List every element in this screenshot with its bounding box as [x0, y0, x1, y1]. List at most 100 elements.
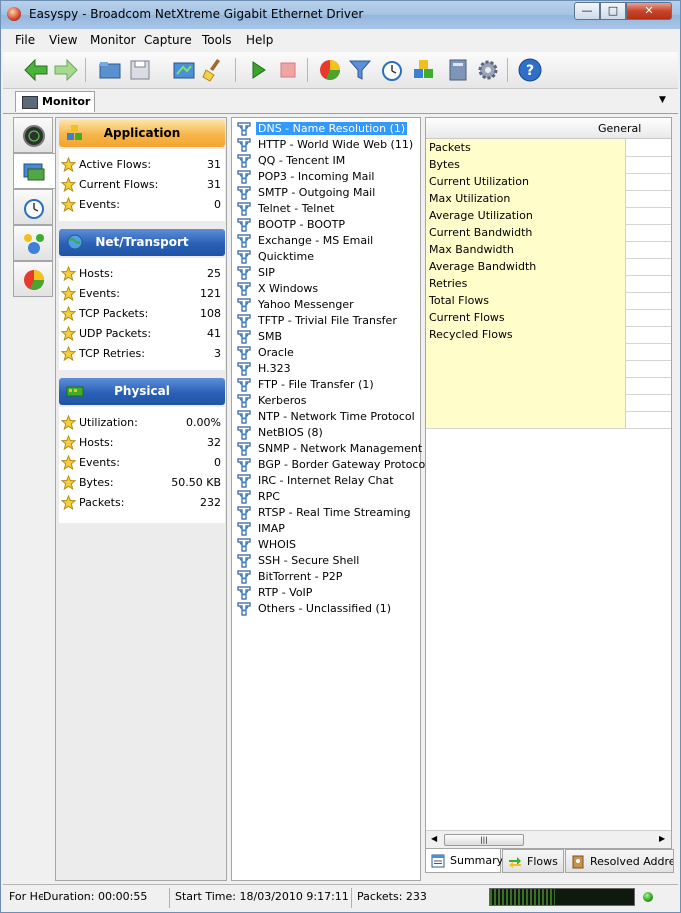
protocol-item[interactable]: SNMP - Network Management: [236, 441, 422, 457]
general-row[interactable]: Packets: [426, 139, 671, 157]
tab-resolved-addresses[interactable]: Resolved Addresses: [565, 849, 674, 873]
protocol-item[interactable]: SIP: [236, 265, 416, 281]
general-row[interactable]: [426, 394, 671, 412]
protocol-item[interactable]: WHOIS: [236, 537, 416, 553]
general-header-label: General: [598, 122, 642, 135]
protocol-item[interactable]: Others - Unclassified (1): [236, 601, 416, 617]
application-header[interactable]: Application: [59, 120, 225, 147]
save-icon[interactable]: [127, 57, 153, 83]
scroll-left-icon[interactable]: ◀: [431, 834, 437, 843]
stat-label: UDP Packets:: [79, 327, 152, 340]
stat-row: Events: 0: [59, 196, 225, 216]
menu-view[interactable]: View: [49, 33, 77, 47]
general-row[interactable]: [426, 343, 671, 361]
general-row[interactable]: [426, 377, 671, 395]
horizontal-scrollbar[interactable]: ◀ ||| ▶: [426, 830, 671, 848]
clock-icon[interactable]: [379, 57, 405, 83]
protocol-item[interactable]: H.323: [236, 361, 416, 377]
general-row[interactable]: Bytes: [426, 156, 671, 174]
menu-help[interactable]: Help: [246, 33, 273, 47]
maximize-button[interactable]: □: [600, 2, 626, 20]
protocol-item[interactable]: Yahoo Messenger: [236, 297, 416, 313]
protocol-item[interactable]: SMB: [236, 329, 416, 345]
protocol-item[interactable]: FTP - File Transfer (1): [236, 377, 416, 393]
menu-monitor[interactable]: Monitor: [90, 33, 136, 47]
protocol-item[interactable]: BitTorrent - P2P: [236, 569, 416, 585]
general-row[interactable]: Max Utilization: [426, 190, 671, 208]
protocol-item[interactable]: DNS - Name Resolution (1): [236, 121, 416, 137]
clear-icon[interactable]: [201, 57, 227, 83]
toolbar-separator: [307, 58, 308, 82]
protocol-item[interactable]: NTP - Network Time Protocol: [236, 409, 416, 425]
scrollbar-thumb[interactable]: |||: [444, 834, 524, 846]
menu-file[interactable]: File: [15, 33, 35, 47]
protocol-item[interactable]: BOOTP - BOOTP: [236, 217, 416, 233]
minimize-button[interactable]: —: [574, 2, 600, 20]
stat-row: TCP Retries: 3: [59, 345, 225, 365]
general-row[interactable]: [426, 360, 671, 378]
protocol-item[interactable]: NetBIOS (8): [236, 425, 416, 441]
gear-icon[interactable]: [475, 57, 501, 83]
menu-tools[interactable]: Tools: [202, 33, 232, 47]
menu-capture[interactable]: Capture: [144, 33, 192, 47]
general-row-label: Bytes: [426, 156, 626, 173]
tab-dropdown-icon[interactable]: ▼: [659, 95, 666, 105]
protocol-item[interactable]: Quicktime: [236, 249, 416, 265]
pie-chart-icon[interactable]: [317, 57, 343, 83]
general-row[interactable]: Current Bandwidth: [426, 224, 671, 242]
scroll-right-icon[interactable]: ▶: [659, 834, 665, 843]
net-transport-header[interactable]: Net/Transport: [59, 229, 225, 256]
protocol-item[interactable]: QQ - Tencent IM: [236, 153, 416, 169]
charts-view-button[interactable]: [13, 261, 53, 297]
protocol-item[interactable]: Kerberos: [236, 393, 416, 409]
protocol-item[interactable]: X Windows: [236, 281, 416, 297]
summary-view-button[interactable]: [13, 153, 55, 189]
protocol-item[interactable]: TFTP - Trivial File Transfer: [236, 313, 416, 329]
close-button[interactable]: ✕: [626, 2, 672, 20]
cubes-icon[interactable]: [411, 57, 437, 83]
general-row[interactable]: Average Bandwidth: [426, 258, 671, 276]
protocol-item[interactable]: BGP - Border Gateway Protocol: [236, 457, 428, 473]
forward-icon[interactable]: [53, 57, 79, 83]
tab-summary[interactable]: Summary: [425, 849, 503, 873]
protocol-item[interactable]: HTTP - World Wide Web (11): [236, 137, 416, 153]
general-row[interactable]: Retries: [426, 275, 671, 293]
protocol-item[interactable]: RPC: [236, 489, 416, 505]
protocol-item[interactable]: IRC - Internet Relay Chat: [236, 473, 416, 489]
general-row[interactable]: [426, 411, 671, 429]
protocol-item[interactable]: SSH - Secure Shell: [236, 553, 416, 569]
open-folder-icon[interactable]: [97, 57, 123, 83]
general-row[interactable]: Max Bandwidth: [426, 241, 671, 259]
hosts-view-button[interactable]: [13, 225, 53, 261]
help-icon[interactable]: ?: [517, 57, 543, 83]
general-header[interactable]: General: [426, 118, 671, 139]
protocol-item[interactable]: RTP - VoIP: [236, 585, 416, 601]
stop-icon[interactable]: [275, 57, 301, 83]
protocol-item[interactable]: RTSP - Real Time Streaming: [236, 505, 416, 521]
filter-icon[interactable]: [347, 57, 373, 83]
protocol-item[interactable]: Exchange - MS Email: [236, 233, 416, 249]
protocol-label: POP3 - Incoming Mail: [258, 170, 375, 183]
physical-header[interactable]: Physical: [59, 378, 225, 405]
general-row[interactable]: Current Utilization: [426, 173, 671, 191]
protocol-item[interactable]: SMTP - Outgoing Mail: [236, 185, 416, 201]
play-icon[interactable]: [245, 57, 271, 83]
tab-flows[interactable]: Flows: [502, 849, 564, 873]
monitor-window-icon: [23, 163, 45, 181]
general-row[interactable]: Total Flows: [426, 292, 671, 310]
back-icon[interactable]: [23, 57, 49, 83]
tab-resolved-addresses-label: Resolved Addresses: [590, 855, 673, 868]
notebook-icon[interactable]: [445, 57, 471, 83]
protocol-item[interactable]: POP3 - Incoming Mail: [236, 169, 416, 185]
tab-monitor[interactable]: Monitor: [15, 91, 95, 112]
general-row[interactable]: Recycled Flows: [426, 326, 671, 344]
export-icon[interactable]: [171, 57, 197, 83]
protocol-item[interactable]: Telnet - Telnet: [236, 201, 416, 217]
protocol-item[interactable]: IMAP: [236, 521, 416, 537]
protocol-item[interactable]: Oracle: [236, 345, 416, 361]
clock-view-button[interactable]: [13, 189, 53, 225]
title-bar[interactable]: Easyspy - Broadcom NetXtreme Gigabit Eth…: [1, 1, 680, 29]
radar-view-button[interactable]: [13, 117, 53, 153]
general-row[interactable]: Average Utilization: [426, 207, 671, 225]
general-row[interactable]: Current Flows: [426, 309, 671, 327]
